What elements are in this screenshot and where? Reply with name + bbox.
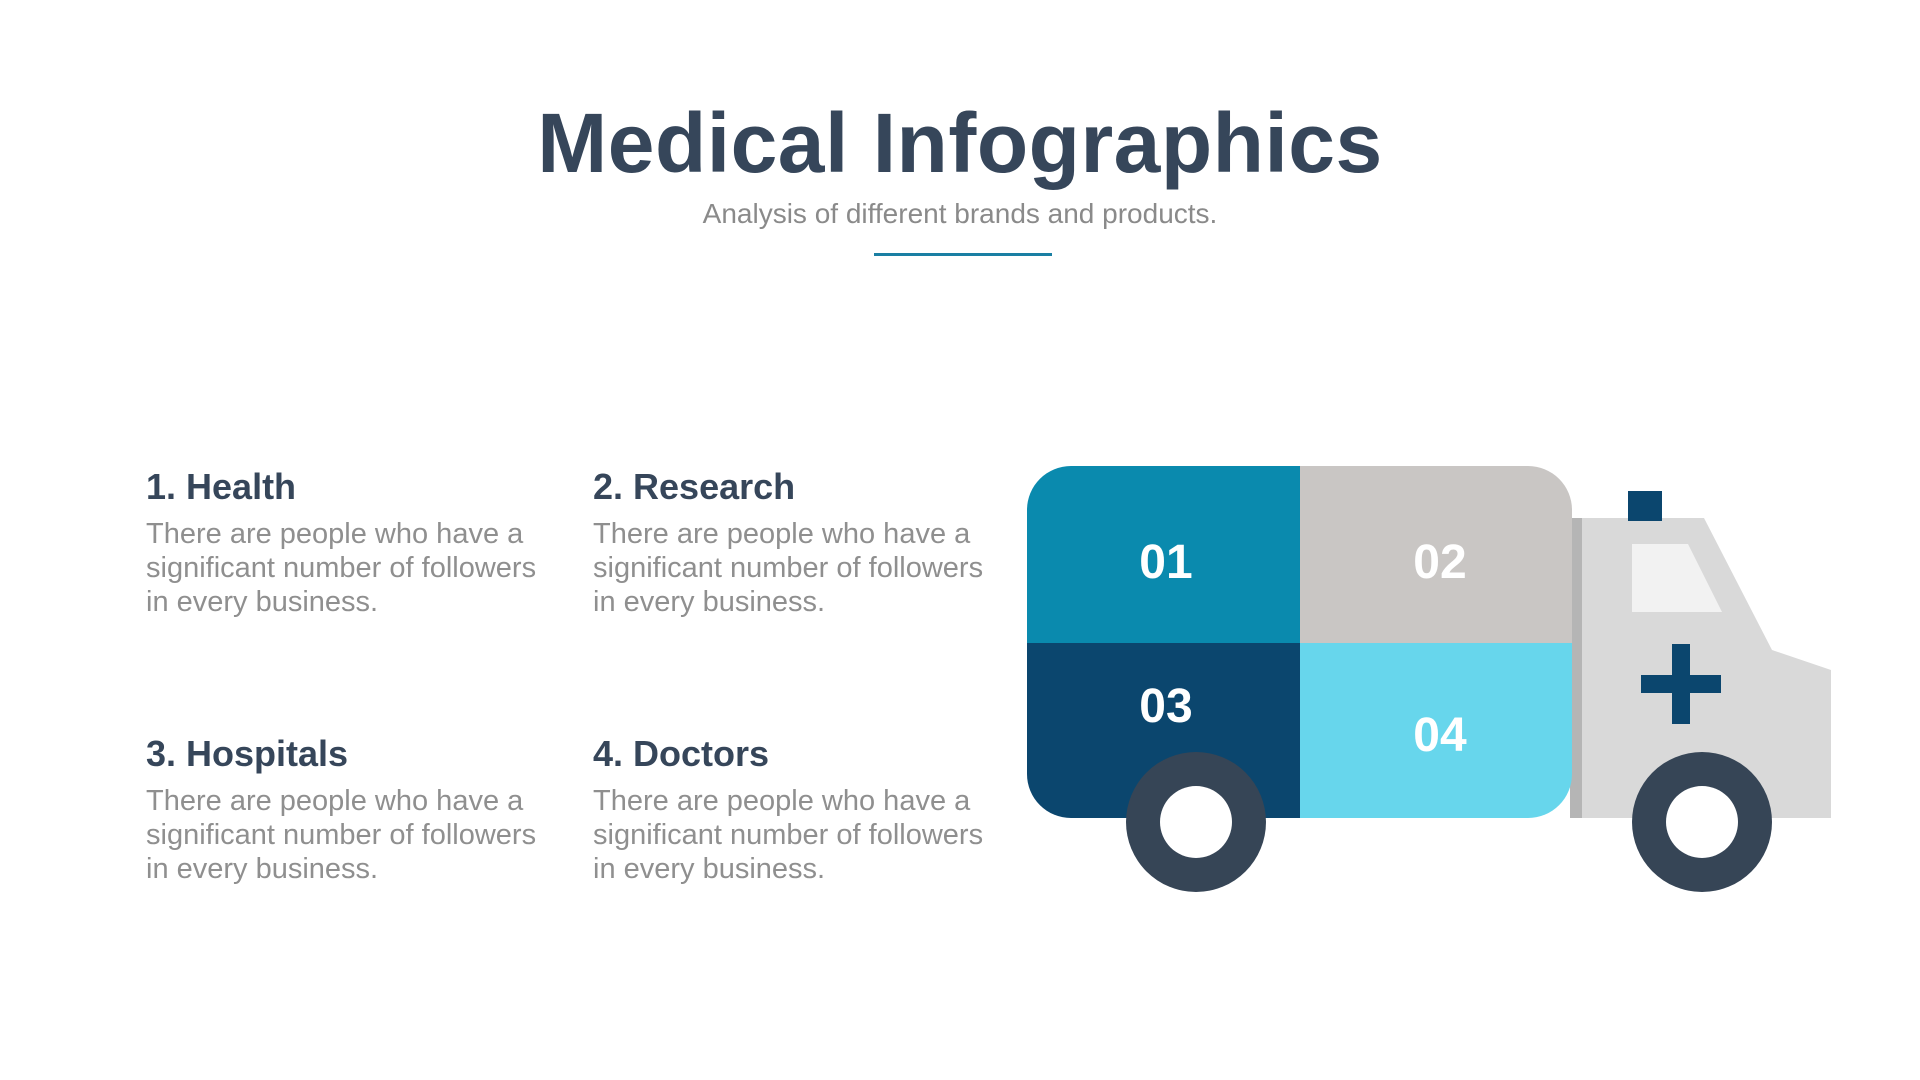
item-heading: 4. Doctors bbox=[593, 733, 770, 774]
title-divider bbox=[874, 253, 1052, 256]
cargo-box bbox=[1027, 466, 1572, 818]
info-item-doctors: 4. Doctors There are people who have a s… bbox=[593, 734, 1013, 886]
rear-wheel bbox=[1632, 752, 1772, 892]
block-label-03: 03 bbox=[1139, 680, 1192, 733]
block-label-04: 04 bbox=[1413, 709, 1467, 762]
item-description: There are people who have a significant … bbox=[146, 785, 537, 885]
item-heading: 1. Health bbox=[146, 466, 297, 507]
item-heading: 3. Hospitals bbox=[146, 733, 349, 774]
front-wheel bbox=[1126, 752, 1266, 892]
info-item-health: 1. Health There are people who have a si… bbox=[146, 467, 566, 619]
item-description: There are people who have a significant … bbox=[593, 518, 984, 618]
block-label-01: 01 bbox=[1139, 536, 1192, 589]
item-description: There are people who have a significant … bbox=[593, 785, 984, 885]
page-title: Medical Infographics bbox=[537, 96, 1383, 190]
ambulance-icon: 01 02 03 04 bbox=[1027, 466, 1831, 892]
item-heading: 2. Research bbox=[593, 466, 796, 507]
siren-light-icon bbox=[1628, 491, 1662, 521]
block-label-02: 02 bbox=[1413, 536, 1466, 589]
info-item-research: 2. Research There are people who have a … bbox=[593, 467, 1013, 619]
page-subtitle: Analysis of different brands and product… bbox=[702, 198, 1218, 229]
info-item-hospitals: 3. Hospitals There are people who have a… bbox=[146, 734, 566, 886]
item-description: There are people who have a significant … bbox=[146, 518, 537, 618]
